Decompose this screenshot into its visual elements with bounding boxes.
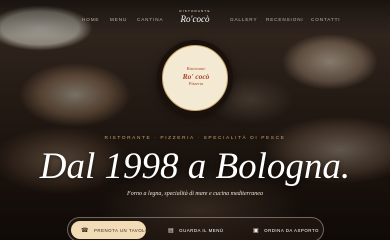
logo-line-1: Ristorante [186,66,206,71]
view-menu-label: GUARDA IL MENÙ [179,227,224,233]
hero-subtext: Forno a legna, specialità di mare e cuci… [127,191,263,197]
book-table-label: PRENOTA UN TAVOLO [93,227,149,233]
order-takeaway-button[interactable]: ▣ ORDINA DA ASPORTO [253,221,319,239]
book-table-button[interactable]: ☎ PRENOTA UN TAVOLO [71,221,149,239]
logo-line-3: Pizzeria [188,81,204,86]
order-takeaway-label: ORDINA DA ASPORTO [264,227,319,233]
cta-bar: ☎ PRENOTA UN TAVOLO ▤ GUARDA IL MENÙ ▣ O… [67,217,324,240]
brand-logo-text[interactable]: RISTORANTE Ro'cocò [170,9,220,24]
view-menu-button[interactable]: ▤ GUARDA IL MENÙ [168,221,224,239]
phone-icon: ☎ [81,227,89,234]
hero-background [0,0,390,240]
restaurant-logo-badge: Ristorante Ro' cocò Pizzeria [157,40,233,116]
menu-book-icon: ▤ [168,227,175,234]
brand-name: Ro'cocò [180,14,210,24]
shopping-bag-icon: ▣ [253,227,260,234]
hero-headline: Dal 1998 a Bologna. [39,146,351,187]
logo-emblem: Ristorante Ro' cocò Pizzeria [162,45,228,111]
hero-tagline: RISTORANTE · PIZZERIA · SPECIALITÀ DI PE… [104,136,286,141]
brand-kicker: RISTORANTE [179,9,211,13]
logo-line-2: Ro' cocò [182,72,210,81]
